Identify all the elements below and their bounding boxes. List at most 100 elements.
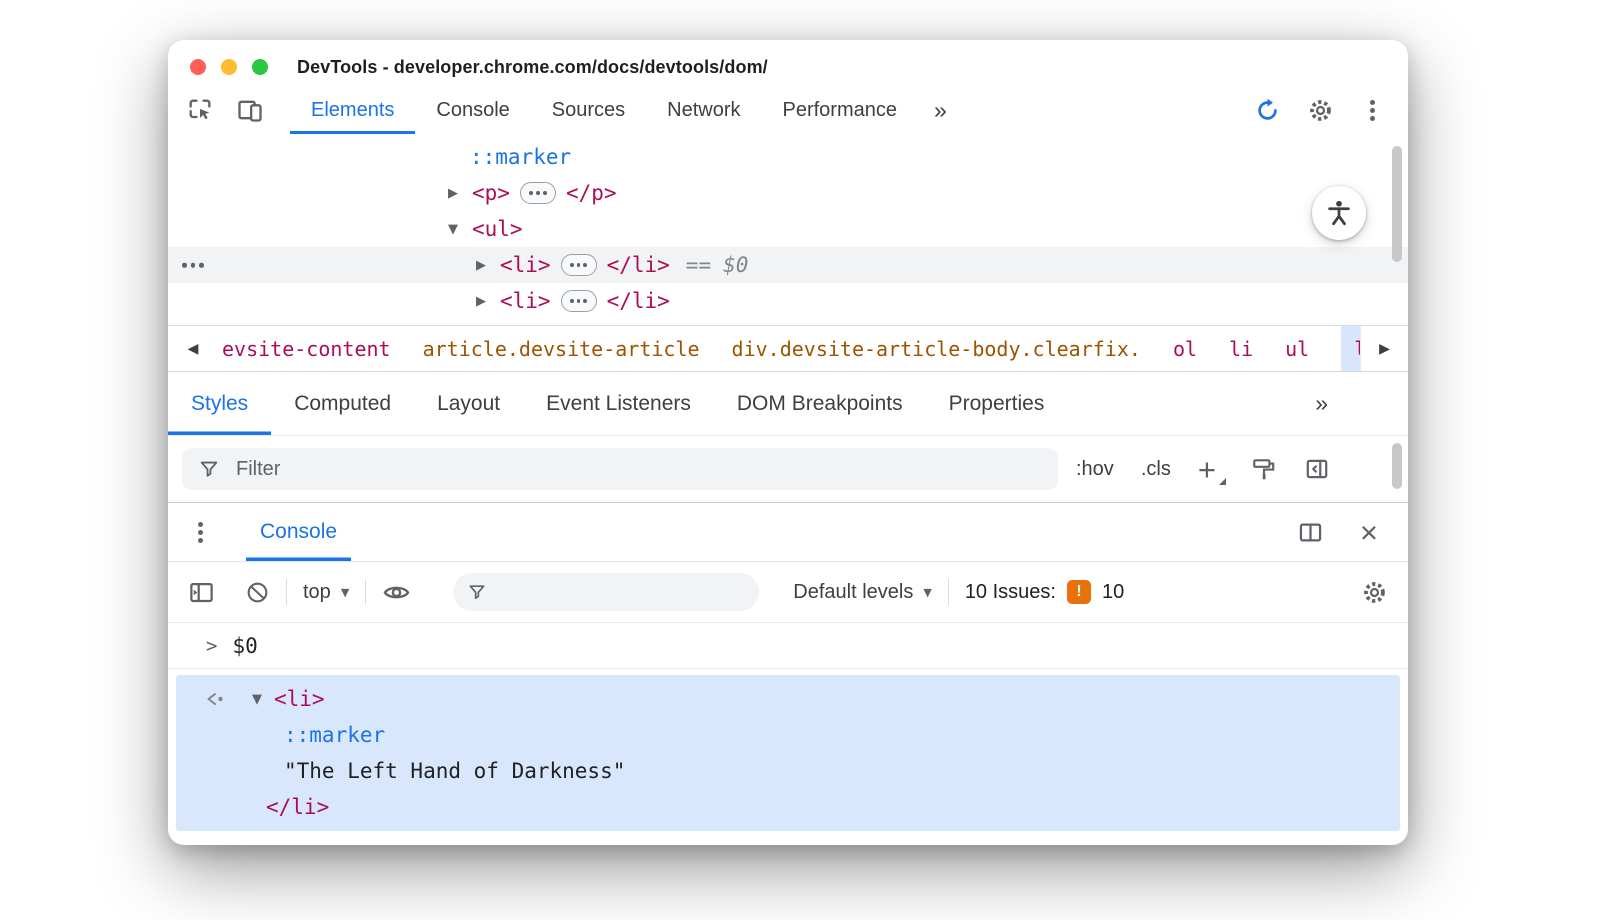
tab-event-listeners[interactable]: Event Listeners	[523, 372, 714, 435]
log-levels-dropdown[interactable]: Default levels ▼	[793, 581, 932, 604]
drawer-tab-console-label: Console	[260, 520, 338, 543]
settings-gear-icon[interactable]	[1307, 97, 1334, 124]
tab-styles-label: Styles	[191, 391, 249, 415]
tab-properties[interactable]: Properties	[926, 372, 1068, 435]
pseudo-marker-node[interactable]: ::marker	[470, 145, 571, 169]
tab-network-label: Network	[667, 98, 741, 121]
breadcrumb-item[interactable]: ul	[1285, 326, 1309, 371]
tab-console-label: Console	[436, 98, 510, 121]
tab-sources-label: Sources	[551, 98, 626, 121]
more-panels-icon[interactable]: »	[918, 86, 963, 134]
tab-layout-label: Layout	[437, 391, 501, 415]
styles-scrollbar-thumb[interactable]	[1392, 443, 1402, 489]
result-pseudo-marker: ::marker	[284, 723, 386, 747]
new-style-rule-button[interactable]: +	[1198, 454, 1226, 485]
tab-dom-breakpoints-label: DOM Breakpoints	[736, 391, 903, 415]
tab-network[interactable]: Network	[646, 86, 761, 134]
returned-value-icon	[207, 693, 223, 705]
kebab-menu-icon[interactable]	[1360, 98, 1384, 122]
console-prompt-icon: >	[206, 634, 218, 657]
result-line-li-open: ▼ <li>	[176, 681, 1400, 717]
equals-sign: ==	[685, 253, 712, 277]
devtools-window: DevTools - developer.chrome.com/docs/dev…	[168, 40, 1408, 845]
li-close-tag: </li>	[606, 289, 670, 313]
p-close-tag: </p>	[565, 181, 617, 205]
console-result-block[interactable]: ▼ <li> ::marker "The Left Hand of Darkne…	[176, 675, 1400, 831]
filter-funnel-icon	[200, 461, 218, 477]
elements-scrollbar-thumb[interactable]	[1392, 146, 1402, 262]
live-expression-eye-icon[interactable]	[382, 578, 411, 607]
tab-styles[interactable]: Styles	[168, 372, 271, 435]
tree-row-marker[interactable]: ::marker	[168, 139, 1408, 175]
breadcrumb-item[interactable]: li	[1229, 326, 1253, 371]
issues-counter[interactable]: 10 Issues: ! 10	[965, 580, 1124, 604]
traffic-lights	[190, 59, 268, 75]
breadcrumb-item[interactable]: evsite-content	[222, 326, 391, 371]
accessibility-button[interactable]	[1312, 186, 1366, 240]
breadcrumb-item[interactable]: article.devsite-article	[423, 326, 700, 371]
tab-properties-label: Properties	[948, 391, 1045, 415]
collapse-caret-icon[interactable]: ▼	[448, 222, 465, 237]
toolbar-right-icons	[1254, 86, 1408, 134]
toggle-hover-state-button[interactable]: :hov	[1076, 458, 1114, 481]
console-toolbar: top ▼ Default levels ▼ 10 Issues: ! 10	[168, 562, 1408, 623]
drawer-tab-console[interactable]: Console	[246, 503, 351, 561]
drawer-menu-kebab-icon[interactable]	[178, 503, 222, 561]
device-toolbar-icon[interactable]	[232, 92, 268, 128]
inline-expand-icon[interactable]	[560, 254, 597, 276]
breadcrumb-scroll-right-icon[interactable]: ▶	[1360, 326, 1408, 371]
fullscreen-window-button[interactable]	[252, 59, 268, 75]
node-options-icon[interactable]	[182, 262, 204, 268]
tab-layout[interactable]: Layout	[414, 372, 523, 435]
tab-performance[interactable]: Performance	[762, 86, 919, 134]
toggle-element-classes-button[interactable]: .cls	[1141, 458, 1171, 481]
expand-caret-icon[interactable]: ▶	[476, 258, 493, 273]
accessibility-person-icon	[1328, 200, 1350, 226]
dollar-zero-ref: $0	[723, 253, 749, 277]
dock-sidebar-icon[interactable]	[1304, 456, 1330, 482]
inline-expand-icon[interactable]	[560, 290, 597, 312]
styles-filter-input[interactable]	[234, 456, 534, 482]
clear-console-icon[interactable]	[245, 580, 270, 605]
console-settings-gear-icon[interactable]	[1361, 579, 1388, 606]
tab-performance-label: Performance	[782, 98, 898, 121]
toolbar-divider	[365, 579, 367, 605]
console-sidebar-icon[interactable]	[188, 579, 215, 606]
paint-roller-icon[interactable]	[1251, 456, 1277, 482]
console-command-text: $0	[232, 633, 258, 658]
tab-sources[interactable]: Sources	[531, 86, 646, 134]
console-filter-box[interactable]	[453, 573, 760, 611]
tab-computed[interactable]: Computed	[271, 372, 414, 435]
more-sidebar-tabs-icon[interactable]: »	[1309, 372, 1334, 435]
tab-dom-breakpoints[interactable]: DOM Breakpoints	[714, 372, 926, 435]
breadcrumb-scroll-left-icon[interactable]: ◀	[168, 326, 218, 371]
tree-row-li-selected[interactable]: ▶ <li> </li> == $0	[168, 247, 1408, 283]
tree-row-li[interactable]: ▶ <li> </li>	[168, 283, 1408, 319]
inline-expand-icon[interactable]	[519, 182, 556, 204]
close-window-button[interactable]	[190, 59, 206, 75]
close-drawer-icon[interactable]: ×	[1354, 516, 1384, 549]
filter-funnel-icon	[469, 585, 485, 599]
tree-row-p[interactable]: ▶ <p> </p>	[168, 175, 1408, 211]
tab-computed-label: Computed	[294, 391, 392, 415]
breadcrumb-item[interactable]: div.devsite-article-body.clearfix.	[732, 326, 1141, 371]
chevron-down-icon: ▼	[340, 585, 350, 599]
minimize-window-button[interactable]	[221, 59, 237, 75]
tab-event-listeners-label: Event Listeners	[546, 391, 691, 415]
tab-console[interactable]: Console	[415, 86, 530, 134]
console-filter-input[interactable]	[497, 580, 728, 604]
inspect-element-icon[interactable]	[182, 92, 218, 128]
sync-refresh-icon[interactable]	[1254, 97, 1281, 124]
expand-caret-icon[interactable]: ▶	[476, 294, 493, 309]
tree-row-ul[interactable]: ▼ <ul>	[168, 211, 1408, 247]
styles-filter-box[interactable]	[182, 448, 1058, 490]
split-panel-icon[interactable]	[1297, 519, 1324, 546]
collapse-caret-icon[interactable]: ▼	[252, 692, 268, 707]
tab-elements[interactable]: Elements	[290, 86, 415, 134]
context-selector-dropdown[interactable]: top ▼	[303, 581, 349, 604]
expand-caret-icon[interactable]: ▶	[448, 186, 465, 201]
result-line-text: "The Left Hand of Darkness"	[176, 753, 1400, 789]
console-command-row[interactable]: > $0	[168, 623, 1408, 669]
breadcrumb-item[interactable]: ol	[1173, 326, 1197, 371]
li-close-tag: </li>	[606, 253, 670, 277]
